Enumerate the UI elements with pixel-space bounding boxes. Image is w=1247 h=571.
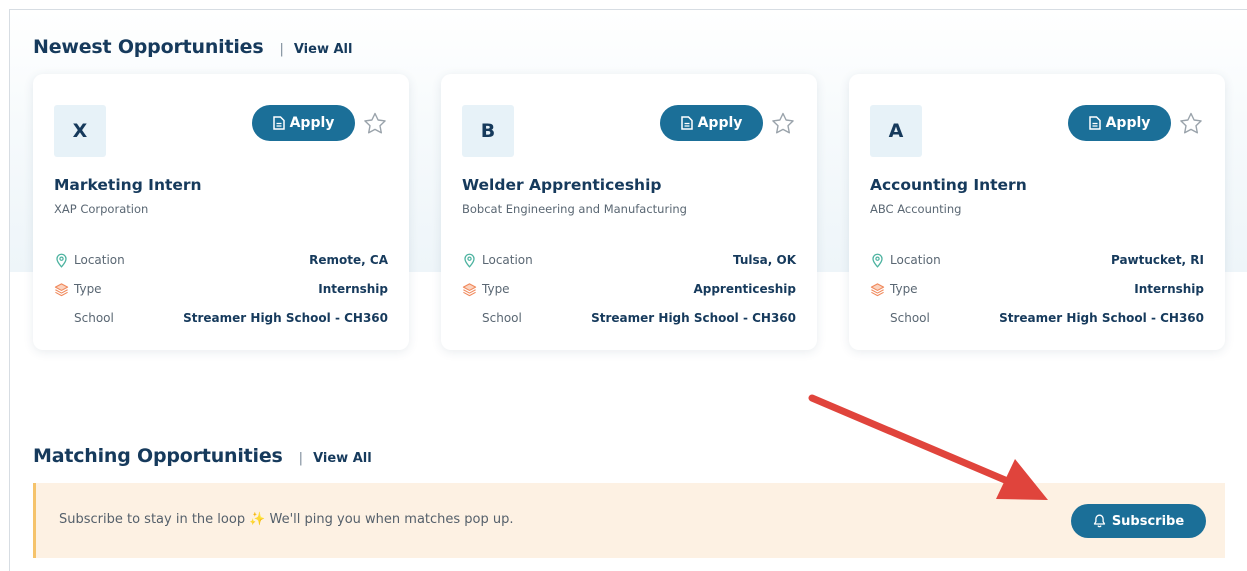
location-row: Location Pawtucket, RI (870, 251, 1204, 269)
apply-label: Apply (1105, 115, 1151, 131)
star-outline-icon[interactable] (363, 112, 387, 134)
location-row: Location Tulsa, OK (462, 251, 796, 269)
subscribe-button[interactable]: Subscribe (1071, 504, 1206, 538)
newest-opportunities-header: Newest Opportunities | View All (33, 36, 352, 58)
layers-icon (462, 282, 477, 296)
map-pin-icon (464, 253, 475, 268)
type-row: Type Internship (870, 280, 1204, 298)
company-logo: B (462, 105, 514, 157)
subscribe-label: Subscribe (1111, 513, 1185, 529)
company-name: ABC Accounting (870, 202, 962, 216)
apply-button[interactable]: Apply (1068, 105, 1171, 141)
type-row: Type Internship (54, 280, 388, 298)
location-label: Location (74, 253, 125, 267)
layers-icon (870, 282, 885, 296)
opportunity-title[interactable]: Marketing Intern (54, 176, 202, 194)
apply-button[interactable]: Apply (660, 105, 763, 141)
matching-view-all-link[interactable]: View All (313, 451, 372, 466)
newest-view-all-link[interactable]: View All (294, 42, 353, 57)
location-row: Location Remote, CA (54, 251, 388, 269)
school-value: Streamer High School - CH360 (591, 311, 796, 325)
newest-opportunities-title: Newest Opportunities (33, 36, 264, 58)
type-row: Type Apprenticeship (462, 280, 796, 298)
header-separator: | (279, 42, 284, 57)
school-value: Streamer High School - CH360 (183, 311, 388, 325)
map-pin-icon (872, 253, 883, 268)
document-icon (272, 116, 285, 130)
school-label: School (890, 311, 930, 325)
opportunity-title[interactable]: Welder Apprenticeship (462, 176, 662, 194)
bell-icon (1093, 514, 1105, 528)
type-label: Type (482, 282, 510, 296)
star-outline-icon[interactable] (771, 112, 795, 134)
type-value: Internship (318, 282, 388, 296)
opportunity-card[interactable]: B Apply Welder Apprenticeship Bobcat Eng… (441, 74, 817, 350)
star-outline-icon[interactable] (1179, 112, 1203, 134)
opportunity-title[interactable]: Accounting Intern (870, 176, 1027, 194)
school-label: School (74, 311, 114, 325)
location-value: Tulsa, OK (733, 253, 796, 267)
school-label: School (482, 311, 522, 325)
company-logo: A (870, 105, 922, 157)
type-value: Apprenticeship (693, 282, 796, 296)
subscribe-banner-text: Subscribe to stay in the loop ✨ We'll pi… (59, 512, 514, 527)
school-row: School Streamer High School - CH360 (462, 309, 796, 327)
opportunity-card[interactable]: X Apply Marketing Intern XAP Corporation… (33, 74, 409, 350)
subscribe-banner: Subscribe to stay in the loop ✨ We'll pi… (33, 483, 1225, 558)
location-label: Location (482, 253, 533, 267)
document-icon (680, 116, 693, 130)
type-value: Internship (1134, 282, 1204, 296)
matching-opportunities-header: Matching Opportunities | View All (33, 445, 372, 467)
location-label: Location (890, 253, 941, 267)
apply-label: Apply (289, 115, 335, 131)
document-icon (1088, 116, 1101, 130)
opportunity-card[interactable]: A Apply Accounting Intern ABC Accounting… (849, 74, 1225, 350)
header-separator: | (298, 451, 304, 466)
map-pin-icon (56, 253, 67, 268)
school-value: Streamer High School - CH360 (999, 311, 1204, 325)
layers-icon (54, 282, 69, 296)
school-row: School Streamer High School - CH360 (54, 309, 388, 327)
type-label: Type (890, 282, 918, 296)
company-name: XAP Corporation (54, 202, 149, 216)
company-logo: X (54, 105, 106, 157)
apply-button[interactable]: Apply (252, 105, 355, 141)
type-label: Type (74, 282, 102, 296)
school-row: School Streamer High School - CH360 (870, 309, 1204, 327)
company-name: Bobcat Engineering and Manufacturing (462, 202, 687, 216)
location-value: Remote, CA (309, 253, 388, 267)
apply-label: Apply (697, 115, 743, 131)
matching-opportunities-title: Matching Opportunities (33, 445, 283, 467)
location-value: Pawtucket, RI (1110, 253, 1204, 267)
